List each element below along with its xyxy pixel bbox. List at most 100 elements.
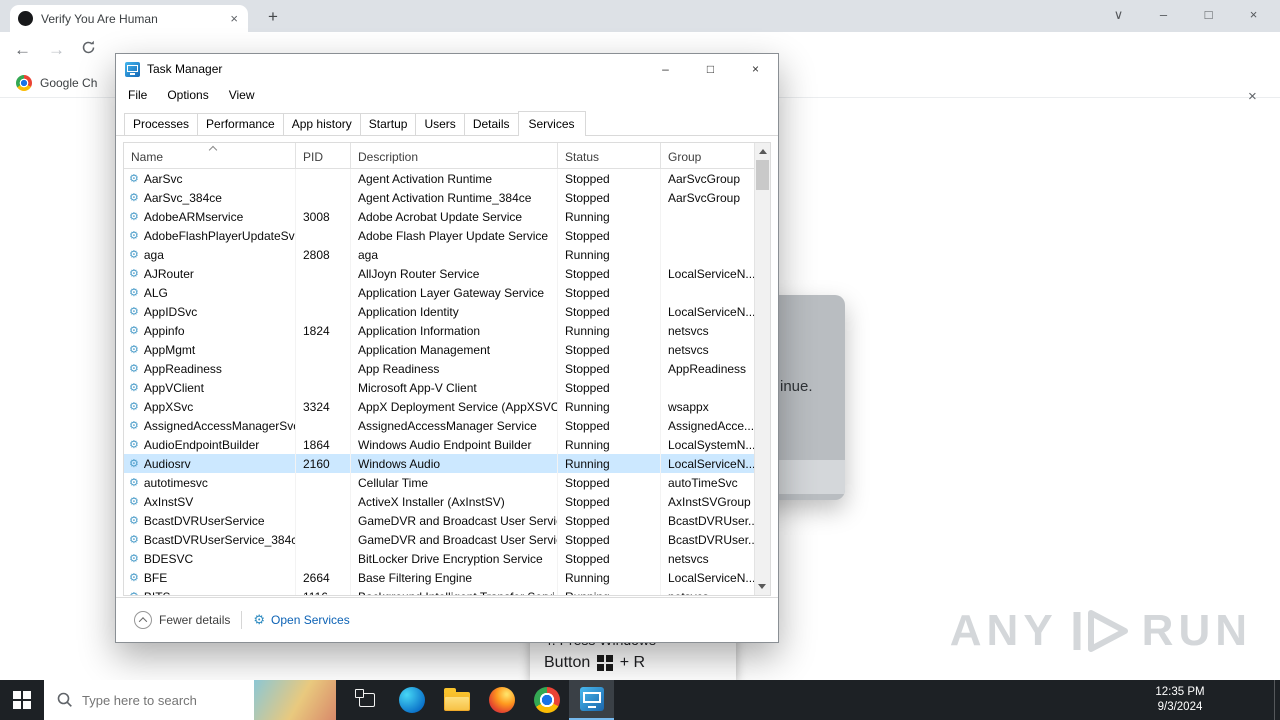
task-manager-titlebar[interactable]: Task Manager – □ ×: [116, 54, 778, 84]
new-tab-button[interactable]: +: [262, 6, 284, 28]
firefox-button[interactable]: [479, 680, 524, 720]
column-header-description[interactable]: Description: [351, 143, 558, 168]
service-gear-icon: ⚙: [129, 268, 139, 280]
column-header-group[interactable]: Group: [661, 143, 756, 168]
service-name: ⚙ AppMgmt: [124, 340, 296, 359]
service-row-aarsvc[interactable]: ⚙ AarSvc Agent Activation Runtime Stopped Aa…: [124, 169, 754, 188]
service-row-bcastdvruserservice[interactable]: ⚙ BcastDVRUserService GameDVR and Broadcas…: [124, 511, 754, 530]
column-header-status[interactable]: Status: [558, 143, 661, 168]
service-description: Agent Activation Runtime_384ce: [351, 188, 558, 207]
tab-startup[interactable]: Startup: [359, 113, 417, 135]
taskbar-clock[interactable]: 12:35 PM 9/3/2024: [1138, 685, 1222, 715]
service-group: LocalSystemN...: [661, 435, 754, 454]
tab-processes[interactable]: Processes: [124, 113, 199, 135]
clock-date: 9/3/2024: [1157, 701, 1203, 713]
menu-view[interactable]: View: [219, 88, 265, 102]
browser-tab[interactable]: Verify You Are Human ×: [10, 5, 248, 32]
menu-file[interactable]: File: [118, 88, 157, 102]
service-group: AssignedAcce...: [661, 416, 754, 435]
vertical-scrollbar[interactable]: [754, 143, 770, 595]
service-row-aga[interactable]: ⚙ aga 2808 aga Running: [124, 245, 754, 264]
service-row-audioendpointbuilder[interactable]: ⚙ AudioEndpointBuilder 1864 Windows Audio E…: [124, 435, 754, 454]
edge-button[interactable]: [389, 680, 434, 720]
service-row-bdesvc[interactable]: ⚙ BDESVC BitLocker Drive Encryption Servic…: [124, 549, 754, 568]
tab-users[interactable]: Users: [415, 113, 465, 135]
browser-minimize-button[interactable]: –: [1141, 0, 1186, 30]
service-group: LocalServiceN...: [661, 568, 754, 587]
fewer-details-button[interactable]: Fewer details: [159, 613, 230, 627]
menu-options[interactable]: Options: [157, 88, 218, 102]
service-row-audiosrv[interactable]: ⚙ Audiosrv 2160 Windows Audio Running LocalSe…: [124, 454, 754, 473]
tab-close-icon[interactable]: ×: [228, 11, 240, 26]
taskbar-search[interactable]: [44, 680, 336, 720]
footer-divider: [241, 611, 243, 629]
service-name: ⚙ AarSvc: [124, 169, 296, 188]
tab-services[interactable]: Services: [517, 111, 586, 136]
service-row-appinfo[interactable]: ⚙ Appinfo 1824 Application Information Runni…: [124, 321, 754, 340]
minimize-button[interactable]: –: [643, 54, 688, 84]
forward-icon[interactable]: →: [48, 40, 65, 60]
service-row-appmgmt[interactable]: ⚙ AppMgmt Application Management Stopped net…: [124, 340, 754, 359]
bookmark-item[interactable]: Google Ch: [40, 76, 97, 90]
service-row-bfe[interactable]: ⚙ BFE 2664 Base Filtering Engine Running Loca…: [124, 568, 754, 587]
service-row-alg[interactable]: ⚙ ALG Application Layer Gateway Service Sto…: [124, 283, 754, 302]
service-row-ajrouter[interactable]: ⚙ AJRouter AllJoyn Router Service Stopped Lo…: [124, 264, 754, 283]
tab-app-history[interactable]: App history: [282, 113, 361, 135]
service-gear-icon: ⚙: [129, 382, 139, 394]
chrome-favicon: [16, 74, 32, 91]
search-highlight-image[interactable]: [254, 680, 336, 720]
service-row-bits[interactable]: ⚙BITS1116Background Intelligent Transfer…: [124, 587, 754, 595]
tab-favicon-icon: [18, 11, 33, 26]
refresh-icon[interactable]: [80, 39, 97, 56]
maximize-button[interactable]: □: [688, 54, 733, 84]
chrome-button[interactable]: [524, 680, 569, 720]
back-icon[interactable]: ←: [14, 40, 31, 60]
file-explorer-icon: [443, 688, 470, 711]
browser-close-button[interactable]: ×: [1231, 0, 1276, 30]
browser-maximize-button[interactable]: □: [1186, 0, 1231, 30]
service-gear-icon: ⚙: [129, 496, 139, 508]
browser-dropdown-icon[interactable]: ∨: [1096, 0, 1141, 30]
service-row-adobeflashplayerupdatesvc[interactable]: ⚙ AdobeFlashPlayerUpdateSvc Adobe Flash Pl…: [124, 226, 754, 245]
service-description: Base Filtering Engine: [351, 568, 558, 587]
scroll-up-icon[interactable]: [758, 149, 767, 154]
page-close-icon[interactable]: ×: [1248, 88, 1257, 105]
service-group: netsvcs: [661, 587, 754, 596]
service-row-appvclient[interactable]: ⚙ AppVClient Microsoft App-V Client Stopped: [124, 378, 754, 397]
service-row-aarsvc-384ce[interactable]: ⚙ AarSvc_384ce Agent Activation Runtime_38…: [124, 188, 754, 207]
open-services-link[interactable]: ⚙ Open Services: [253, 612, 349, 628]
service-status: Stopped: [558, 169, 661, 188]
service-gear-icon: ⚙: [129, 439, 139, 451]
task-manager-button[interactable]: [569, 680, 614, 720]
service-row-autotimesvc[interactable]: ⚙ autotimesvc Cellular Time Stopped autoTime…: [124, 473, 754, 492]
scrollbar-thumb[interactable]: [756, 160, 769, 190]
file-explorer-button[interactable]: [434, 680, 479, 720]
start-button[interactable]: [0, 680, 44, 720]
service-row-appxsvc[interactable]: ⚙ AppXSvc 3324 AppX Deployment Service (App…: [124, 397, 754, 416]
show-desktop-button[interactable]: [1274, 680, 1280, 720]
service-gear-icon: ⚙: [129, 572, 139, 584]
service-status: Running: [558, 397, 661, 416]
service-row-appreadiness[interactable]: ⚙ AppReadiness App Readiness Stopped AppRead…: [124, 359, 754, 378]
service-row-assignedaccessmanagersvc[interactable]: ⚙ AssignedAccessManagerSvc AssignedAccessM…: [124, 416, 754, 435]
tab-performance[interactable]: Performance: [197, 113, 284, 135]
close-button[interactable]: ×: [733, 54, 778, 84]
taskbar: 12:35 PM 9/3/2024: [0, 680, 1280, 720]
service-group: netsvcs: [661, 549, 754, 568]
tab-details[interactable]: Details: [463, 113, 519, 135]
open-services-label: Open Services: [271, 613, 350, 627]
service-name: ⚙ Audiosrv: [124, 454, 296, 473]
service-group: [661, 207, 754, 226]
service-row-bcastdvruserservice-384ce[interactable]: ⚙ BcastDVRUserService_384ce GameDVR and Br…: [124, 530, 754, 549]
service-gear-icon: ⚙: [129, 515, 139, 527]
column-header-pid[interactable]: PID: [296, 143, 351, 168]
task-manager-footer: Fewer details ⚙ Open Services: [116, 597, 778, 642]
column-header-name[interactable]: Name: [124, 143, 296, 168]
service-row-appidsvc[interactable]: ⚙ AppIDSvc Application Identity Stopped Loca…: [124, 302, 754, 321]
service-group: LocalServiceN...: [661, 264, 754, 283]
service-row-adobearmservice[interactable]: ⚙ AdobeARMservice 3008 Adobe Acrobat Update…: [124, 207, 754, 226]
service-row-axinstsv[interactable]: ⚙ AxInstSV ActiveX Installer (AxInstSV) Sto…: [124, 492, 754, 511]
service-name: ⚙ BDESVC: [124, 549, 296, 568]
scroll-down-icon[interactable]: [758, 584, 766, 589]
task-view-button[interactable]: [344, 680, 389, 720]
